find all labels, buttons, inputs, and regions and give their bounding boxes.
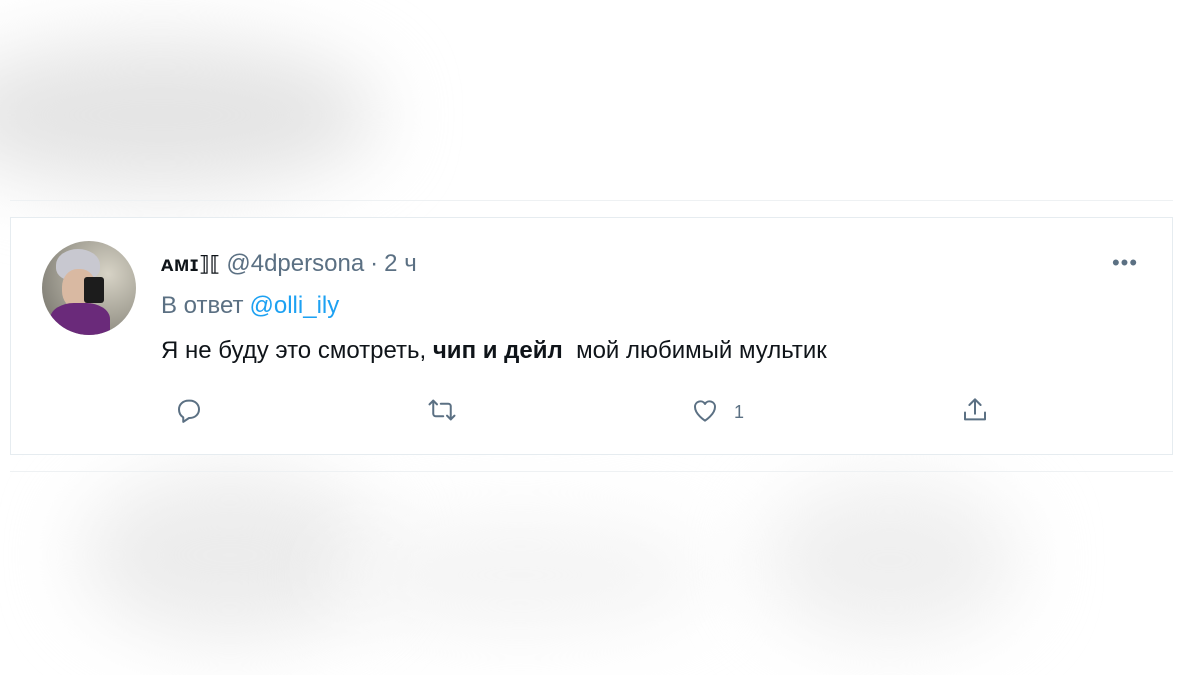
divider [10,200,1173,201]
reply-context: В ответ @olli_ily [161,291,339,321]
reply-prefix: В ответ [161,292,244,319]
divider [10,471,1173,472]
display-name[interactable]: ᴀᴍɪ⟧⟦ [161,253,220,276]
more-options-icon[interactable]: ••• [1107,248,1143,278]
tweet-time[interactable]: 2 ч [384,250,417,277]
retweet-icon [427,395,457,430]
tweet-header: ᴀᴍɪ⟧⟦ @4dpersona · 2 ч [161,249,417,280]
retweet-button[interactable] [427,394,457,430]
tweet-card[interactable]: ᴀᴍɪ⟧⟦ @4dpersona · 2 ч ••• В ответ @olli_ily… [10,217,1173,455]
user-handle[interactable]: @4dpersona [226,250,364,277]
heart-icon [690,395,720,430]
background-blur [330,520,710,630]
tweet-actions: 1 [161,394,1001,430]
reply-button[interactable] [174,394,204,430]
share-button[interactable] [960,394,990,430]
background-blur [0,40,380,190]
background-blur [760,480,1020,640]
tweet-text: Я не буду это смотреть, чип и дейл мой л… [161,335,827,367]
background-blur [80,470,380,640]
tweet-text-start: Я не буду это смотреть, [161,337,433,364]
avatar[interactable] [42,241,136,335]
reply-to-link[interactable]: @olli_ily [250,292,340,319]
tweet-text-end: мой любимый мультик [562,337,827,364]
tweet-text-bold: чип и дейл [432,337,563,364]
avatar-shirt [50,303,110,335]
avatar-phone [84,277,104,303]
reply-icon [174,395,204,430]
separator-dot: · [370,250,379,277]
like-button[interactable]: 1 [690,394,744,430]
share-icon [960,395,990,430]
like-count: 1 [734,401,745,422]
